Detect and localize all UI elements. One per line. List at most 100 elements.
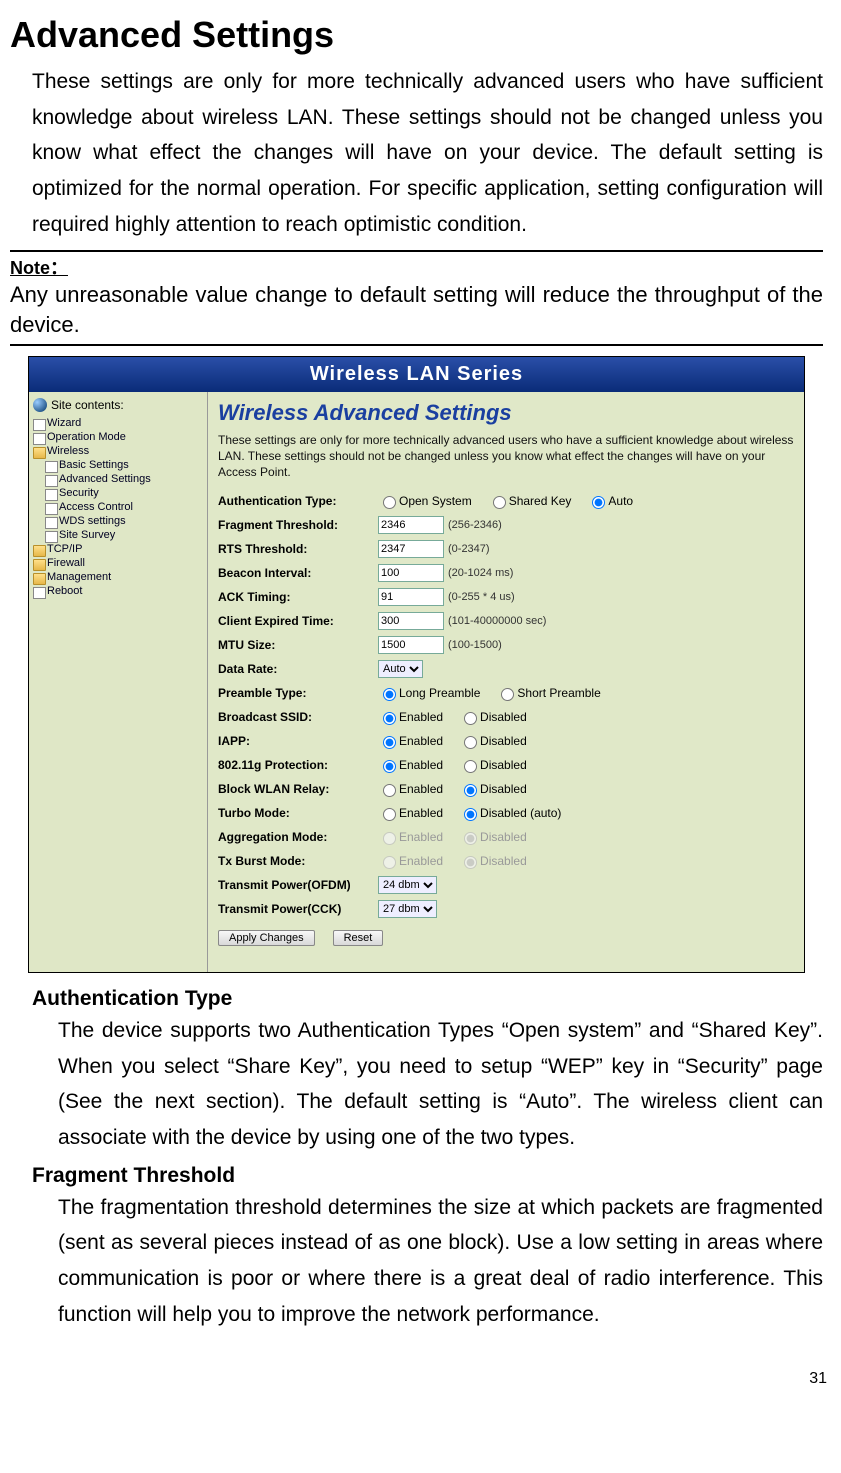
row-rate: Data Rate: Auto xyxy=(218,658,794,680)
sidebar-title-text: Site contents: xyxy=(51,398,124,412)
row-beacon: Beacon Interval: (20-1024 ms) xyxy=(218,562,794,584)
radio-input[interactable] xyxy=(592,496,605,509)
radio-label: Disabled xyxy=(480,758,527,772)
nav-link[interactable]: Security xyxy=(59,487,99,499)
radio-input[interactable] xyxy=(383,736,396,749)
hint-exp: (101-40000000 sec) xyxy=(448,615,546,627)
radio-input[interactable] xyxy=(464,712,477,725)
hint-ack: (0-255 * 4 us) xyxy=(448,591,515,603)
radio-option[interactable]: Disabled (auto) xyxy=(459,805,561,821)
radio-option[interactable]: Enabled xyxy=(378,781,443,797)
radio-input[interactable] xyxy=(493,496,506,509)
row-gprot: 802.11g Protection: EnabledDisabled xyxy=(218,754,794,776)
input-frag[interactable] xyxy=(378,516,444,534)
radio-input[interactable] xyxy=(383,784,396,797)
nav-item[interactable]: Reboot xyxy=(33,584,203,598)
sidebar: Site contents: Wizard Operation Mode Wirel… xyxy=(29,392,208,972)
radio-label: Enabled xyxy=(399,710,443,724)
nav-subitem[interactable]: Site Survey xyxy=(45,528,203,542)
nav-item[interactable]: Wireless xyxy=(33,444,203,458)
hint-beacon: (20-1024 ms) xyxy=(448,567,513,579)
radio-option[interactable]: Auto xyxy=(587,493,633,509)
radio-input[interactable] xyxy=(501,688,514,701)
nav-item[interactable]: Operation Mode xyxy=(33,430,203,444)
radio-option[interactable]: Enabled xyxy=(378,757,443,773)
radio-option[interactable]: Open System xyxy=(378,493,472,509)
label-turbo: Turbo Mode: xyxy=(218,806,378,820)
radio-input[interactable] xyxy=(383,688,396,701)
radio-option[interactable]: Shared Key xyxy=(488,493,572,509)
radio-option[interactable]: Enabled xyxy=(378,805,443,821)
radio-label: Enabled xyxy=(399,830,443,844)
nav-item[interactable]: Wizard xyxy=(33,416,203,430)
row-cck: Transmit Power(CCK) 27 dbm xyxy=(218,898,794,920)
radio-input[interactable] xyxy=(383,496,396,509)
select-cck[interactable]: 27 dbm xyxy=(378,900,437,918)
row-auth: Authentication Type: Open SystemShared K… xyxy=(218,490,794,512)
frag-heading: Fragment Threshold xyxy=(32,1164,823,1188)
radio-label: Long Preamble xyxy=(399,686,480,700)
nav-link[interactable]: Site Survey xyxy=(59,529,115,541)
radio-input[interactable] xyxy=(383,808,396,821)
nav-link[interactable]: Operation Mode xyxy=(47,431,126,443)
nav-link[interactable]: TCP/IP xyxy=(47,543,82,555)
nav-item[interactable]: Firewall xyxy=(33,556,203,570)
auth-para: The device supports two Authentication T… xyxy=(58,1013,823,1156)
radio-label: Disabled xyxy=(480,734,527,748)
radio-input[interactable] xyxy=(464,736,477,749)
nav-link[interactable]: Advanced Settings xyxy=(59,473,151,485)
hint-rts: (0-2347) xyxy=(448,543,490,555)
nav-item[interactable]: Management xyxy=(33,570,203,584)
select-rate[interactable]: Auto xyxy=(378,660,423,678)
page-number: 31 xyxy=(0,1350,841,1394)
radio-option[interactable]: Disabled xyxy=(459,733,527,749)
radio-input xyxy=(383,856,396,869)
panel-title: Wireless Advanced Settings xyxy=(218,400,794,426)
row-pre: Preamble Type: Long PreambleShort Preamb… xyxy=(218,682,794,704)
nav-link[interactable]: Access Control xyxy=(59,501,133,513)
radio-option[interactable]: Long Preamble xyxy=(378,685,480,701)
radio-option[interactable]: Disabled xyxy=(459,781,527,797)
label-ofdm: Transmit Power(OFDM) xyxy=(218,878,378,892)
radio-input xyxy=(464,832,477,845)
radio-option[interactable]: Enabled xyxy=(378,733,443,749)
nav-link[interactable]: Wizard xyxy=(47,417,81,429)
reset-button[interactable]: Reset xyxy=(333,930,384,946)
nav-subitem[interactable]: Basic Settings xyxy=(45,458,203,472)
nav-subitem[interactable]: WDS settings xyxy=(45,514,203,528)
radio-label: Enabled xyxy=(399,758,443,772)
radio-input[interactable] xyxy=(383,712,396,725)
nav-subitem[interactable]: Access Control xyxy=(45,500,203,514)
router-screenshot: Wireless LAN Series Site contents: Wizar… xyxy=(28,356,805,973)
nav-item[interactable]: TCP/IP xyxy=(33,542,203,556)
radio-option[interactable]: Short Preamble xyxy=(496,685,600,701)
select-ofdm[interactable]: 24 dbm xyxy=(378,876,437,894)
nav-link[interactable]: Reboot xyxy=(47,585,82,597)
nav-subitem[interactable]: Security xyxy=(45,486,203,500)
input-beacon[interactable] xyxy=(378,564,444,582)
nav-link[interactable]: Firewall xyxy=(47,557,85,569)
radio-input[interactable] xyxy=(464,760,477,773)
radio-input[interactable] xyxy=(383,760,396,773)
radio-input[interactable] xyxy=(464,784,477,797)
radio-option[interactable]: Disabled xyxy=(459,757,527,773)
row-iapp: IAPP: EnabledDisabled xyxy=(218,730,794,752)
radio-option[interactable]: Enabled xyxy=(378,709,443,725)
note-label: Note： xyxy=(10,258,68,278)
input-rts[interactable] xyxy=(378,540,444,558)
nav-subitem[interactable]: Advanced Settings xyxy=(45,472,203,486)
label-mtu: MTU Size: xyxy=(218,638,378,652)
input-exp[interactable] xyxy=(378,612,444,630)
radio-option: Enabled xyxy=(378,853,443,869)
input-mtu[interactable] xyxy=(378,636,444,654)
input-ack[interactable] xyxy=(378,588,444,606)
nav-link[interactable]: WDS settings xyxy=(59,515,126,527)
nav-link[interactable]: Wireless xyxy=(47,445,89,457)
radio-option[interactable]: Disabled xyxy=(459,709,527,725)
nav-link[interactable]: Basic Settings xyxy=(59,459,129,471)
apply-button[interactable]: Apply Changes xyxy=(218,930,315,946)
radio-label: Shared Key xyxy=(509,494,572,508)
nav-link[interactable]: Management xyxy=(47,571,111,583)
radio-input[interactable] xyxy=(464,808,477,821)
radio-label: Disabled xyxy=(480,710,527,724)
